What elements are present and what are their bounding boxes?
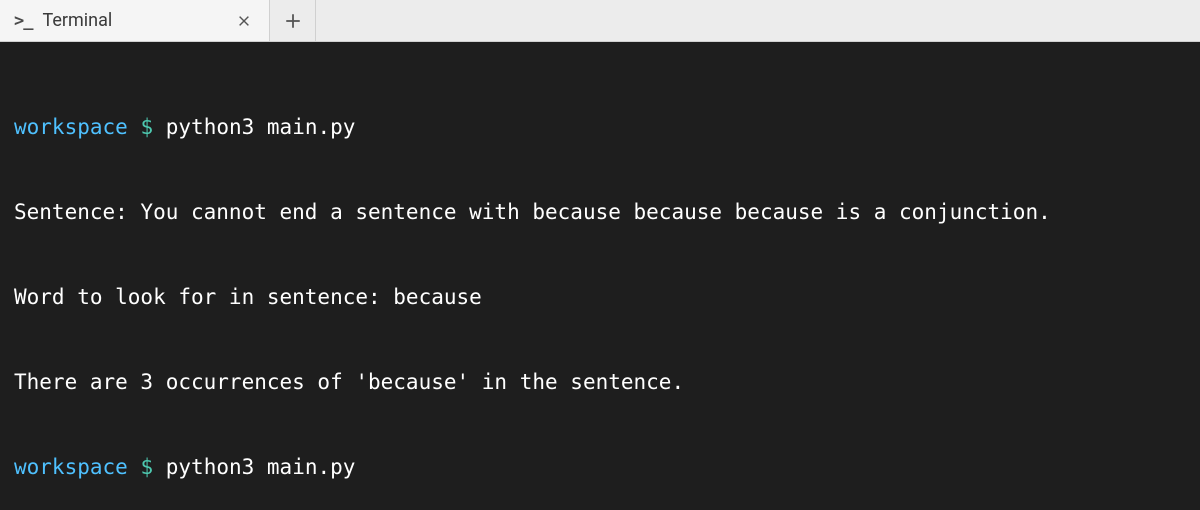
command-text: python3 main.py: [166, 115, 356, 139]
output-line: Sentence: You cannot end a sentence with…: [14, 198, 1186, 226]
tab-terminal[interactable]: >_ Terminal: [0, 0, 270, 41]
output-line: There are 3 occurrences of 'because' in …: [14, 368, 1186, 396]
terminal-output[interactable]: workspace $ python3 main.py Sentence: Yo…: [0, 42, 1200, 510]
plus-icon: [284, 12, 302, 30]
close-icon[interactable]: [233, 10, 255, 32]
tab-bar: >_ Terminal: [0, 0, 1200, 42]
command-text: python3 main.py: [166, 455, 356, 479]
prompt-symbol: $: [140, 455, 153, 479]
new-tab-button[interactable]: [270, 0, 316, 41]
prompt-dir: workspace: [14, 455, 128, 479]
output-line: Word to look for in sentence: because: [14, 283, 1186, 311]
prompt-dir: workspace: [14, 115, 128, 139]
terminal-icon: >_: [14, 11, 32, 31]
prompt-symbol: $: [140, 115, 153, 139]
tab-label: Terminal: [42, 10, 223, 31]
